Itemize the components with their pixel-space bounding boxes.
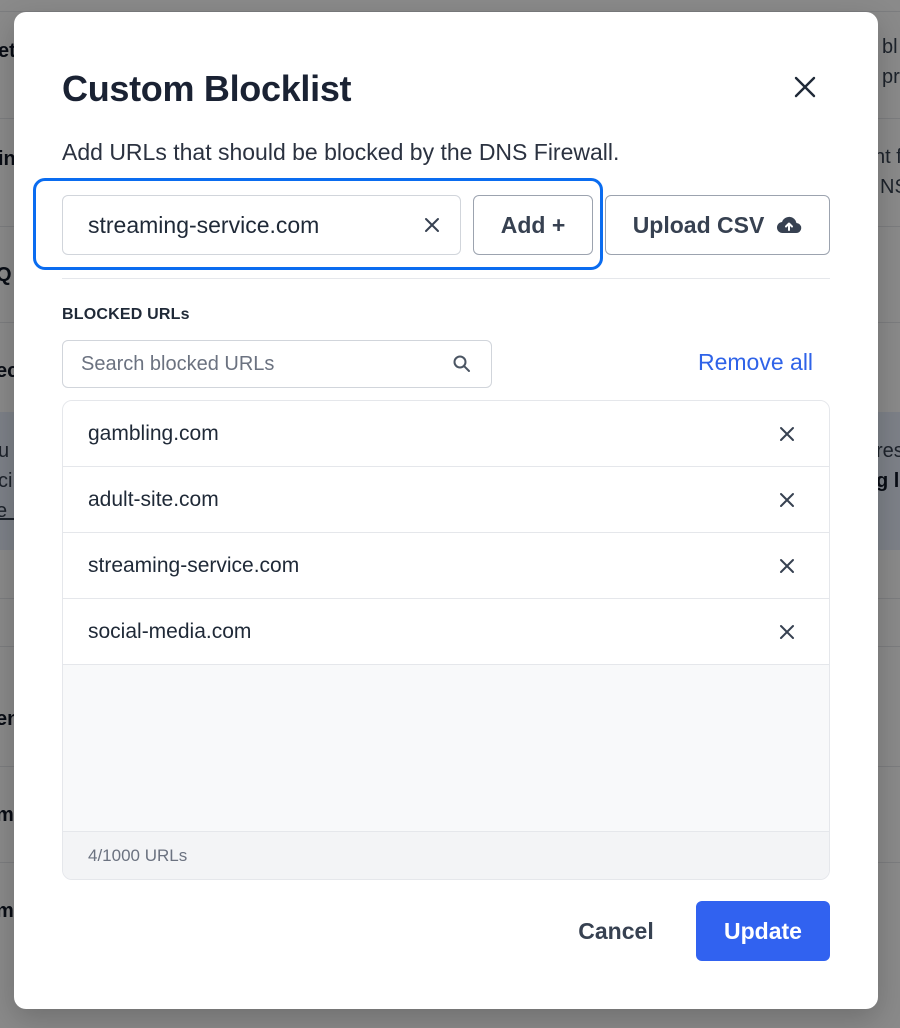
remove-url-button[interactable]: [775, 620, 799, 644]
cancel-button-label: Cancel: [578, 917, 654, 944]
upload-csv-button[interactable]: Upload CSV: [605, 195, 830, 255]
remove-all-link[interactable]: Remove all: [698, 349, 813, 376]
custom-blocklist-dialog: Custom Blocklist Add URLs that should be…: [14, 12, 878, 1009]
url-input-value: streaming-service.com: [88, 211, 320, 238]
clear-input-button[interactable]: [418, 211, 446, 239]
url-count: 4/1000 URLs: [88, 846, 188, 865]
search-input[interactable]: [63, 341, 443, 387]
blocked-url: adult-site.com: [88, 487, 219, 511]
blocked-url: social-media.com: [88, 619, 252, 643]
dialog-title: Custom Blocklist: [62, 68, 352, 109]
update-button[interactable]: Update: [696, 901, 830, 961]
list-item: adult-site.com: [63, 467, 829, 533]
search-icon: [453, 355, 470, 372]
url-count-footer: 4/1000 URLs: [63, 831, 829, 879]
x-icon: [780, 559, 794, 573]
blocked-urls-heading: BLOCKED URLs: [62, 306, 190, 323]
list-item: gambling.com: [63, 401, 829, 467]
remove-url-button[interactable]: [775, 488, 799, 512]
x-icon: [780, 427, 794, 441]
section-divider: [62, 278, 830, 279]
close-icon: [794, 76, 816, 98]
list-item: social-media.com: [63, 599, 829, 665]
list-item: streaming-service.com: [63, 533, 829, 599]
remove-url-button[interactable]: [775, 422, 799, 446]
update-button-label: Update: [724, 917, 802, 944]
clear-icon: [425, 218, 439, 232]
blocked-url: gambling.com: [88, 421, 219, 445]
dialog-description: Add URLs that should be blocked by the D…: [62, 139, 620, 165]
add-button-label: Add +: [500, 211, 566, 238]
close-button[interactable]: [788, 70, 822, 104]
cancel-button[interactable]: Cancel: [559, 902, 673, 960]
url-input[interactable]: streaming-service.com: [62, 195, 461, 255]
x-icon: [780, 493, 794, 507]
blocked-urls-list: gambling.com adult-site.com streaming-se…: [62, 400, 830, 880]
cloud-upload-icon: [777, 216, 802, 234]
remove-url-button[interactable]: [775, 554, 799, 578]
x-icon: [780, 625, 794, 639]
add-button[interactable]: Add +: [473, 195, 593, 255]
search-field: [62, 340, 492, 388]
upload-button-label: Upload CSV: [632, 211, 765, 238]
blocked-url: streaming-service.com: [88, 553, 300, 577]
